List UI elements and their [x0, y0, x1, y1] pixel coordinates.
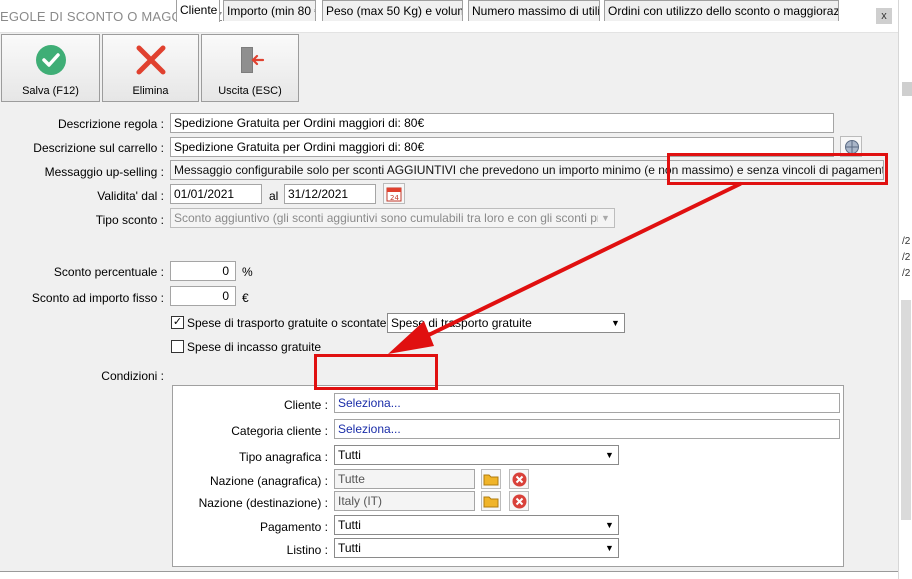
annotation-arrow: [388, 182, 742, 354]
